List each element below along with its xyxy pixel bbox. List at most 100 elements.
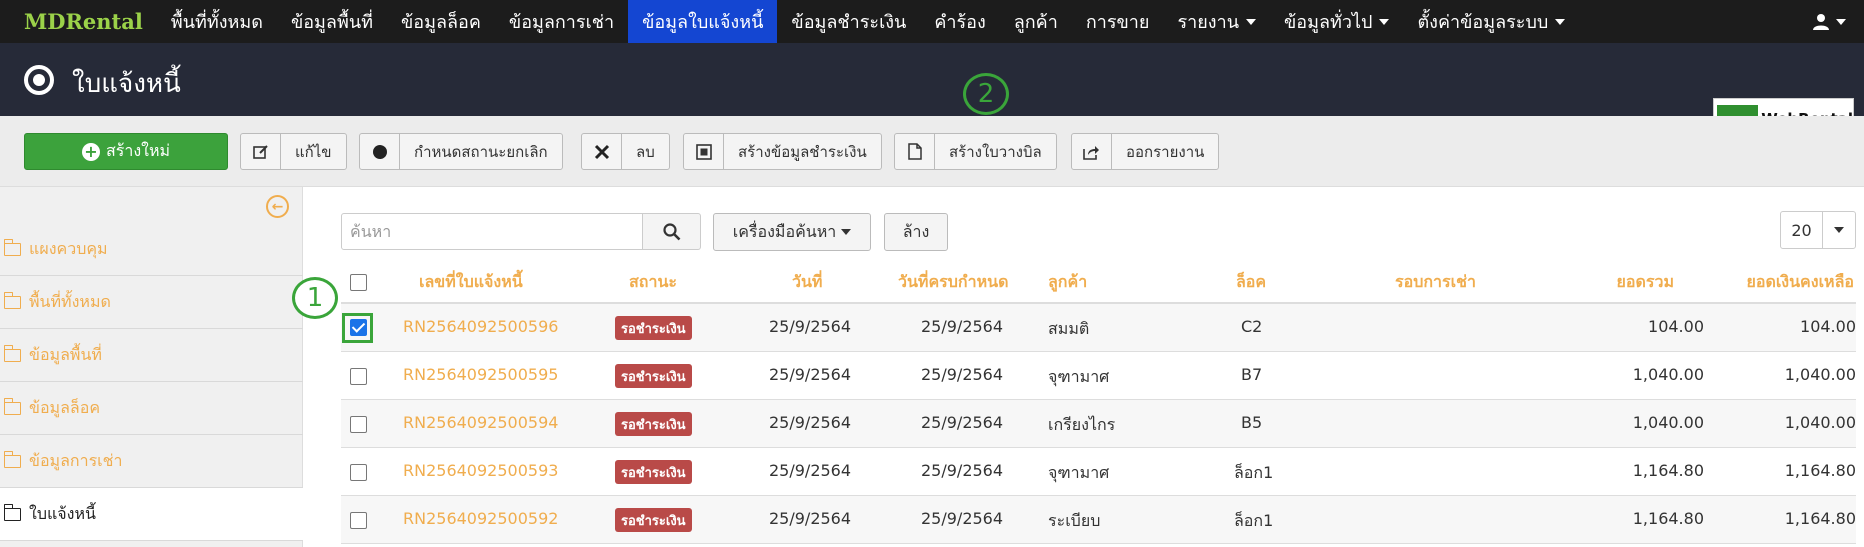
nav-item-lock-info[interactable]: ข้อมูลล็อค — [387, 0, 495, 43]
set-cancel-status-button[interactable]: กำหนดสถานะยกเลิก — [359, 133, 563, 170]
customer-cell: สมมติ — [1048, 319, 1090, 338]
caret-down-icon — [1836, 18, 1846, 25]
date-cell: 25/9/2564 — [769, 509, 852, 528]
sidebar-item-rental-info[interactable]: ข้อมูลการเช่า — [0, 435, 303, 488]
user-icon — [1813, 14, 1829, 30]
nav-item-settings[interactable]: ตั้งค่าข้อมูลระบบ — [1403, 0, 1579, 43]
create-bill-button[interactable]: สร้างใบวางบิล — [894, 133, 1057, 170]
table-header: เลขที่ใบแจ้งหนี้ สถานะ วันที่ วันที่ครบก… — [341, 258, 1856, 304]
invoice-number-link[interactable]: RN2564092500596 — [403, 317, 558, 336]
nav-item-payment-info[interactable]: ข้อมูลชำระเงิน — [777, 0, 920, 43]
page-size-select[interactable]: 20 — [1780, 211, 1856, 249]
column-header-total[interactable]: ยอดรวม — [1617, 270, 1675, 295]
date-cell: 25/9/2564 — [769, 461, 852, 480]
search-tools-button[interactable]: เครื่องมือค้นหา — [713, 213, 871, 251]
nav-item-label: ข้อมูลชำระเงิน — [791, 12, 907, 33]
nav-item-reports[interactable]: รายงาน — [1163, 0, 1270, 43]
invoice-number-link[interactable]: RN2564092500593 — [403, 461, 558, 480]
page-title: ใบแจ้งหนี้ — [72, 69, 181, 99]
invoice-number-link[interactable]: RN2564092500595 — [403, 365, 558, 384]
sidebar-item-area-info[interactable]: ข้อมูลพื้นที่ — [0, 329, 303, 382]
search-button[interactable] — [642, 213, 701, 250]
nav-item-general[interactable]: ข้อมูลทั่วไป — [1270, 0, 1403, 43]
row-checkbox[interactable] — [350, 416, 367, 433]
date-cell: 25/9/2564 — [769, 317, 852, 336]
nav-item-invoice-info[interactable]: ข้อมูลใบแจ้งหนี้ — [628, 0, 778, 43]
close-icon — [582, 134, 622, 169]
table-row[interactable]: RN2564092500596 รอชำระเงิน 25/9/2564 25/… — [341, 304, 1856, 352]
customer-cell: จุฑามาศ — [1048, 367, 1110, 386]
caret-down-icon — [1246, 18, 1256, 25]
invoice-number-link[interactable]: RN2564092500592 — [403, 509, 558, 528]
nav-item-label: พื้นที่ทั้งหมด — [170, 12, 263, 33]
nav-item-all-areas[interactable]: พื้นที่ทั้งหมด — [157, 0, 277, 43]
nav-item-label: ข้อมูลล็อค — [400, 12, 481, 33]
sidebar-item-lock-info[interactable]: ข้อมูลล็อค — [0, 382, 303, 435]
nav-item-customers[interactable]: ลูกค้า — [1000, 0, 1072, 43]
sidebar-item-all-areas[interactable]: พื้นที่ทั้งหมด — [0, 276, 303, 329]
sidebar-item-label: ข้อมูลพื้นที่ — [29, 344, 102, 364]
date-cell: 25/9/2564 — [769, 413, 852, 432]
due-date-cell: 25/9/2564 — [921, 461, 1004, 480]
nav-item-area-info[interactable]: ข้อมูลพื้นที่ — [277, 0, 387, 43]
column-header-invoice-no[interactable]: เลขที่ใบแจ้งหนี้ — [419, 270, 523, 295]
create-payment-button[interactable]: สร้างข้อมูลชำระเงิน — [683, 133, 882, 170]
table-row[interactable]: RN2564092500595 รอชำระเงิน 25/9/2564 25/… — [341, 352, 1856, 400]
customer-cell: ระเบียบ — [1048, 511, 1101, 530]
total-cell: 1,040.00 — [1632, 365, 1704, 384]
set-cancel-status-label: กำหนดสถานะยกเลิก — [414, 142, 548, 161]
select-all-checkbox[interactable] — [350, 274, 367, 291]
brand-logo[interactable]: MDRental — [0, 9, 157, 34]
total-cell: 1,164.80 — [1632, 509, 1704, 528]
column-header-due-date[interactable]: วันที่ครบกำหนด — [898, 270, 1008, 295]
nav-item-requests[interactable]: คำร้อง — [920, 0, 999, 43]
table-row[interactable]: RN2564092500594 รอชำระเงิน 25/9/2564 25/… — [341, 400, 1856, 448]
nav-item-rental-info[interactable]: ข้อมูลการเช่า — [495, 0, 628, 43]
edit-label: แก้ไข — [295, 142, 332, 161]
nav-item-label: ข้อมูลทั่วไป — [1284, 12, 1373, 33]
column-header-date[interactable]: วันที่ — [792, 270, 822, 295]
edit-button[interactable]: แก้ไข — [240, 133, 347, 170]
sidebar: ← แผงควบคุม พื้นที่ทั้งหมด ข้อมูลพื้นที่… — [0, 187, 303, 547]
nav-item-label: ข้อมูลพื้นที่ — [290, 12, 373, 33]
nav-item-sales[interactable]: การขาย — [1072, 0, 1164, 43]
nav-item-label: ตั้งค่าข้อมูลระบบ — [1417, 12, 1549, 33]
create-new-button[interactable]: + สร้างใหม่ — [24, 133, 228, 170]
table-row[interactable]: RN2564092500592 รอชำระเงิน 25/9/2564 25/… — [341, 496, 1856, 544]
column-header-balance[interactable]: ยอดเงินคงเหลือ — [1746, 270, 1854, 295]
nav-item-label: ลูกค้า — [1013, 12, 1058, 33]
balance-cell: 1,164.80 — [1784, 461, 1856, 480]
column-header-customer[interactable]: ลูกค้า — [1048, 270, 1087, 295]
caret-down-icon — [1379, 18, 1390, 25]
stop-square-icon — [684, 134, 724, 169]
balance-cell: 1,040.00 — [1784, 365, 1856, 384]
top-navbar: MDRental พื้นที่ทั้งหมด ข้อมูลพื้นที่ ข้… — [0, 0, 1864, 43]
search-icon — [662, 222, 680, 240]
balance-cell: 1,164.80 — [1784, 509, 1856, 528]
export-report-button[interactable]: ออกรายงาน — [1071, 133, 1220, 170]
total-cell: 104.00 — [1648, 317, 1704, 336]
status-badge: รอชำระเงิน — [615, 412, 692, 436]
search-input[interactable] — [341, 213, 643, 250]
sidebar-item-dashboard[interactable]: แผงควบคุม — [0, 223, 303, 276]
create-bill-label: สร้างใบวางบิล — [949, 142, 1042, 161]
user-menu[interactable] — [1813, 0, 1846, 43]
column-header-status[interactable]: สถานะ — [629, 270, 677, 295]
status-badge: รอชำระเงิน — [615, 316, 692, 340]
arrow-left-circle-icon[interactable]: ← — [266, 195, 289, 218]
delete-button[interactable]: ลบ — [581, 133, 670, 170]
row-checkbox[interactable] — [350, 464, 367, 481]
row-checkbox[interactable] — [350, 512, 367, 529]
column-header-rental-cycle[interactable]: รอบการเช่า — [1395, 270, 1476, 295]
clear-button[interactable]: ล้าง — [884, 213, 948, 251]
table-row[interactable]: RN2564092500593 รอชำระเงิน 25/9/2564 25/… — [341, 448, 1856, 496]
invoice-number-link[interactable]: RN2564092500594 — [403, 413, 558, 432]
balance-cell: 104.00 — [1800, 317, 1856, 336]
plus-circle-icon: + — [81, 142, 100, 161]
sidebar-item-label: ใบแจ้งหนี้ — [29, 503, 96, 523]
row-checkbox[interactable] — [350, 368, 367, 385]
lock-cell: B5 — [1241, 413, 1263, 432]
column-header-lock[interactable]: ล็อค — [1236, 270, 1266, 295]
balance-cell: 1,040.00 — [1784, 413, 1856, 432]
sidebar-item-invoices[interactable]: ใบแจ้งหนี้ — [0, 488, 303, 541]
